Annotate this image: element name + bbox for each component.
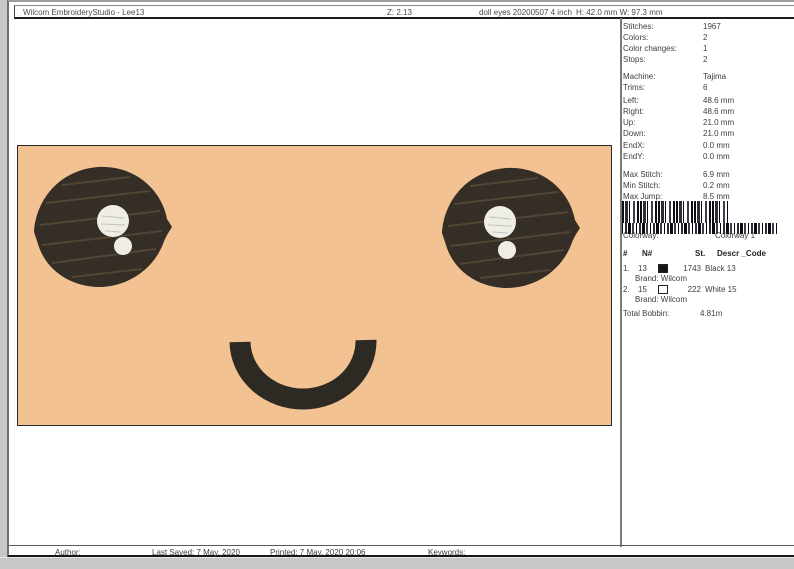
thread-brand: Brand: Wilcom — [635, 274, 688, 283]
stat-value: 1 — [703, 44, 708, 53]
barcode-icon — [622, 201, 728, 223]
stat-row: Trims: 6 — [622, 83, 794, 94]
thread-number: 13 — [638, 264, 647, 273]
stat-label: EndY: — [623, 152, 645, 161]
stat-label: Stops: — [623, 55, 646, 64]
left-eye-highlight-large — [97, 205, 129, 237]
window-background — [0, 557, 794, 569]
stat-value: 6.9 mm — [703, 170, 730, 179]
stat-row: Color changes: 1 — [622, 44, 794, 55]
stats-panel: Stitches: 1967 Colors: 2 Color changes: 1 S… — [622, 18, 794, 547]
printed-text: Printed: 7 May, 2020 20:06 — [270, 548, 366, 557]
thread-stitch-count: 1743 — [683, 264, 701, 273]
footer-divider — [9, 545, 794, 546]
thread-table: # N# St. Descr _Code 1. 13 1743 Black 13… — [622, 249, 794, 319]
design-dimensions: H: 42.0 mm W: 97.3 mm — [576, 8, 663, 17]
col-header-number: N# — [642, 249, 653, 258]
doll-face-design — [34, 166, 580, 410]
total-bobbin-row: Total Bobbin: 4.81m — [622, 309, 794, 319]
stat-row: Right: 48.6 mm — [622, 107, 794, 118]
stat-label: Max Jump: — [623, 192, 663, 201]
stat-label: EndX: — [623, 141, 645, 150]
thread-row: 1. 13 1743 Black 13 — [622, 264, 794, 274]
thread-brand: Brand: Wilcom — [635, 295, 688, 304]
stat-value: 0.0 mm — [703, 141, 730, 150]
total-bobbin-label: Total Bobbin: — [623, 309, 670, 318]
stat-row: EndX: 0.0 mm — [622, 141, 794, 152]
thread-row: 2. 15 222 White 15 — [622, 285, 794, 295]
stat-value: 48.6 mm — [703, 107, 735, 116]
total-bobbin-value: 4.81m — [700, 309, 723, 318]
thread-index: 1. — [623, 264, 630, 273]
stat-label: Trims: — [623, 83, 645, 92]
thread-brand-row: Brand: Wilcom — [622, 295, 794, 306]
stat-value: 8.5 mm — [703, 192, 730, 201]
stat-group-extents: Left: 48.6 mm Right: 48.6 mm Up: 21.0 mm Do… — [622, 96, 794, 140]
stat-value: 0.0 mm — [703, 152, 730, 161]
stat-row: Down: 21.0 mm — [622, 129, 794, 140]
thread-stitch-count: 222 — [687, 285, 701, 294]
stat-row: Up: 21.0 mm — [622, 118, 794, 129]
stat-group-machine: Machine: Tajima Trims: 6 — [622, 72, 794, 94]
design-name: doll eyes 20200507 4 inch — [479, 8, 572, 17]
stat-label: Colors: — [623, 33, 649, 42]
stat-label: Up: — [623, 118, 636, 127]
stat-value: 21.0 mm — [703, 118, 735, 127]
zoom-level: Z: 2.13 — [387, 8, 412, 17]
stat-label: Color changes: — [623, 44, 677, 53]
stat-label: Stitches: — [623, 22, 654, 31]
header-bar: Wilcom EmbroideryStudio - Lee13 Z: 2.13 … — [14, 5, 794, 19]
stat-row: Machine: Tajima — [622, 72, 794, 83]
stat-row: Min Stitch: 0.2 mm — [622, 181, 794, 192]
colorway-label: Colorway: — [623, 231, 659, 240]
thread-table-header: # N# St. Descr _Code — [622, 249, 794, 264]
worksheet-page: Wilcom EmbroideryStudio - Lee13 Z: 2.13 … — [7, 0, 794, 557]
stat-value: 1967 — [703, 22, 721, 31]
keywords-label: Keywords: — [428, 548, 466, 557]
stat-group-end: EndX: 0.0 mm EndY: 0.0 mm — [622, 141, 794, 163]
col-header-index: # — [623, 249, 628, 258]
right-eye-highlight-large — [484, 206, 516, 238]
stat-label: Right: — [623, 107, 644, 116]
stat-label: Left: — [623, 96, 639, 105]
thread-number: 15 — [638, 285, 647, 294]
stat-group-counts: Stitches: 1967 Colors: 2 Color changes: 1 S… — [622, 22, 794, 66]
col-header-descr: Descr _Code — [717, 249, 766, 258]
stat-value: Tajima — [703, 72, 727, 81]
stat-value: 6 — [703, 83, 708, 92]
stat-row: Left: 48.6 mm — [622, 96, 794, 107]
stat-value: 2 — [703, 55, 708, 64]
stat-row: Stops: 2 — [622, 55, 794, 66]
stat-value: 0.2 mm — [703, 181, 730, 190]
smile-stitch — [229, 339, 377, 410]
last-saved-text: Last Saved: 7 May, 2020 — [152, 548, 240, 557]
stat-row: EndY: 0.0 mm — [622, 152, 794, 163]
stat-row: Stitches: 1967 — [622, 22, 794, 33]
colorway-row: Colorway: Colorway 1 — [622, 231, 794, 241]
thread-descr: White 15 — [705, 285, 737, 294]
thread-index: 2. — [623, 285, 630, 294]
stat-label: Machine: — [623, 72, 656, 81]
stat-label: Min Stitch: — [623, 181, 661, 190]
stat-label: Max Stitch: — [623, 170, 663, 179]
app-title: Wilcom EmbroideryStudio - Lee13 — [23, 8, 145, 17]
stat-row: Max Stitch: 6.9 mm — [622, 170, 794, 181]
colorway-value: Colorway 1 — [715, 231, 756, 240]
col-header-stitches: St. — [695, 249, 706, 258]
stat-label: Down: — [623, 129, 646, 138]
stat-row: Colors: 2 — [622, 33, 794, 44]
thread-brand-row: Brand: Wilcom — [622, 274, 794, 285]
author-label: Author: — [55, 548, 81, 557]
print-preview-root: { "header": { "app_title": "Wilcom Embro… — [0, 0, 794, 569]
left-eye-highlight-small — [114, 237, 132, 255]
stat-value: 21.0 mm — [703, 129, 735, 138]
thread-descr: Black 13 — [705, 264, 736, 273]
stat-group-stitch-limits: Max Stitch: 6.9 mm Min Stitch: 0.2 mm Max … — [622, 170, 794, 203]
stat-value: 2 — [703, 33, 708, 42]
stat-value: 48.6 mm — [703, 96, 735, 105]
design-canvas — [17, 145, 612, 426]
right-eye-highlight-small — [498, 241, 516, 259]
